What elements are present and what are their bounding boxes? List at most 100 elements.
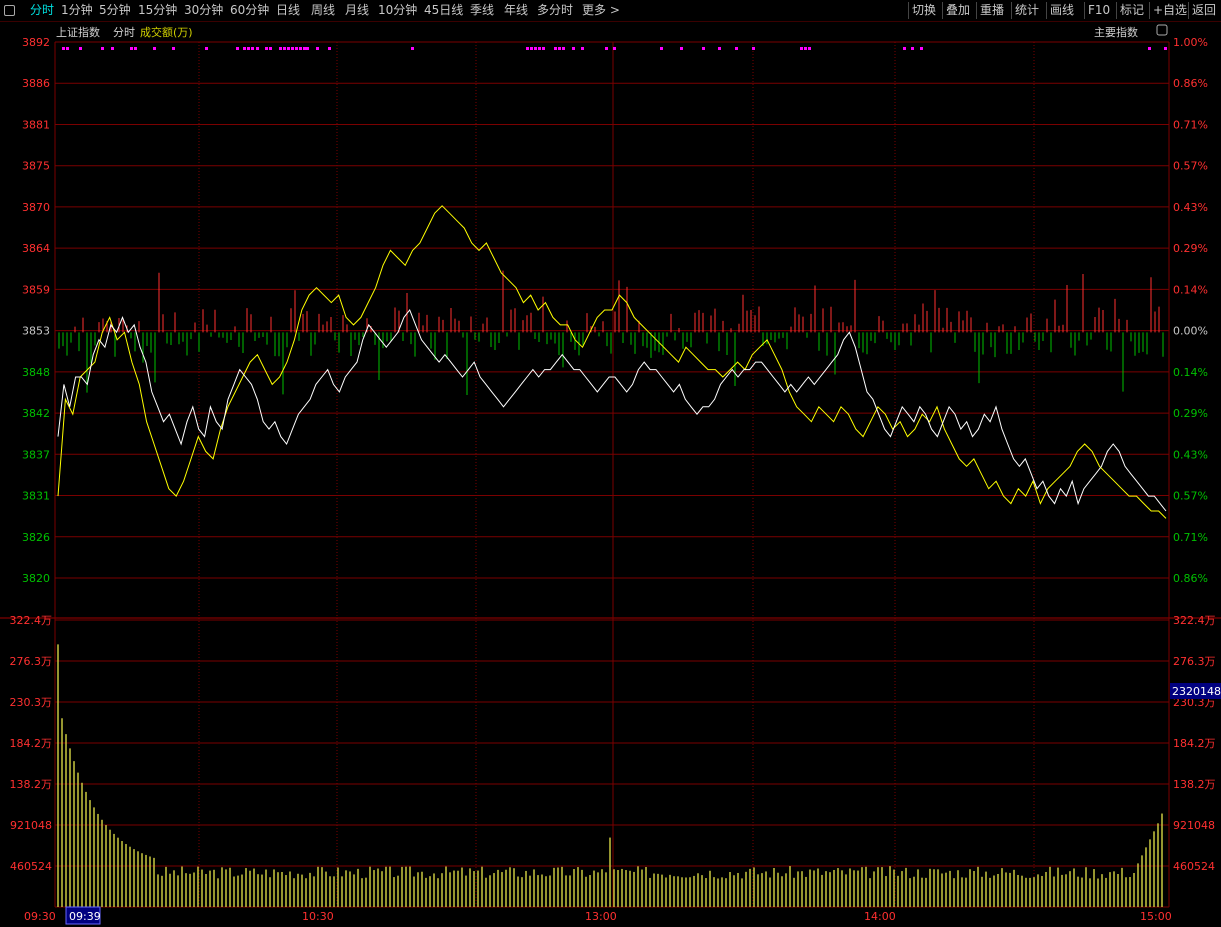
event-marker (328, 47, 331, 50)
percent-tick: 0.14% (1173, 283, 1208, 296)
event-marker (903, 47, 906, 50)
price-tick: 3870 (22, 201, 50, 214)
tool-button-2[interactable]: 重播 (980, 2, 1004, 18)
period-tab-3[interactable]: 15分钟 (138, 2, 177, 18)
period-tab-9[interactable]: 10分钟 (378, 2, 417, 18)
price-tick: 3875 (22, 160, 50, 173)
period-tab-0[interactable]: 分时 (30, 2, 54, 18)
chart-grid (0, 41, 1221, 908)
price-tick: 3892 (22, 36, 50, 49)
period-tab-4[interactable]: 30分钟 (184, 2, 223, 18)
percent-tick: 0.43% (1173, 201, 1208, 214)
percent-tick: 0.00% (1173, 325, 1208, 338)
volume-tick-right: 322.4万 (1173, 614, 1216, 627)
price-tick: 3837 (22, 448, 50, 461)
event-marker (101, 47, 104, 50)
time-tick: 14:00 (864, 910, 896, 923)
percent-axis: 1.00% 0.86% 0.71% 0.57% 0.43% 0.29% 0.14% 0.00%… (1173, 36, 1208, 585)
period-tab-7[interactable]: 周线 (311, 2, 335, 18)
percent-tick: 0.43% (1173, 448, 1208, 461)
percent-tick: 0.57% (1173, 160, 1208, 173)
event-marker (526, 47, 529, 50)
event-marker (172, 47, 175, 50)
time-tick: 13:00 (585, 910, 617, 923)
mode-label: 分时 (113, 26, 135, 39)
period-tab-5[interactable]: 60分钟 (230, 2, 269, 18)
tool-button-0[interactable]: 切换 (912, 2, 936, 18)
period-tab-8[interactable]: 月线 (345, 2, 369, 18)
event-marker (558, 47, 561, 50)
event-marker (680, 47, 683, 50)
main-index-button[interactable]: 主要指数 (1094, 25, 1138, 39)
volume-tick-left: 138.2万 (10, 778, 53, 791)
price-line (57, 309, 1167, 512)
price-tick: 3848 (22, 366, 50, 379)
window-menu-icon[interactable] (4, 5, 15, 16)
price-tick: 3864 (22, 242, 50, 255)
cursor-time-label: 09:39 (69, 910, 101, 923)
percent-tick: 0.29% (1173, 407, 1208, 420)
intraday-chart[interactable]: 3892 3886 3881 3875 3870 3864 3859 3853 3848 3842… (0, 22, 1221, 927)
event-marker (1148, 47, 1151, 50)
price-tick: 3842 (22, 407, 50, 420)
price-tick: 3831 (22, 490, 50, 503)
volume-tick-left: 276.3万 (10, 655, 53, 668)
period-tab-10[interactable]: 45日线 (424, 2, 463, 18)
event-marker (247, 47, 250, 50)
period-toolbar: 分时 1分钟 5分钟 15分钟 30分钟 60分钟 日线 周线 月线 10分钟 45日线 季线 年线 多分… (0, 0, 1221, 22)
volume-tick-right: 921048 (1173, 819, 1215, 832)
period-tab-6[interactable]: 日线 (276, 2, 300, 18)
event-marker (303, 47, 306, 50)
percent-tick: 0.29% (1173, 242, 1208, 255)
event-marker (283, 47, 286, 50)
period-tab-12[interactable]: 年线 (504, 2, 528, 18)
event-marker (130, 47, 133, 50)
volume-tick-left: 322.4万 (10, 614, 53, 627)
expand-icon[interactable] (1156, 24, 1168, 36)
tool-button-1[interactable]: 叠加 (946, 2, 970, 18)
event-marker (800, 47, 803, 50)
time-tick: 15:00 (1140, 910, 1172, 923)
price-tick: 3881 (22, 118, 50, 131)
event-marker (134, 47, 137, 50)
period-tab-1[interactable]: 1分钟 (61, 2, 93, 18)
event-marker (62, 47, 65, 50)
event-marker (752, 47, 755, 50)
time-tick: 10:30 (302, 910, 334, 923)
tool-button-3[interactable]: 统计 (1015, 2, 1039, 18)
volume-tick-right: 184.2万 (1173, 737, 1216, 750)
event-marker (269, 47, 272, 50)
event-marker (153, 47, 156, 50)
event-marker (111, 47, 114, 50)
index-name-label: 上证指数 (56, 25, 100, 39)
percent-tick: 0.86% (1173, 572, 1208, 585)
tool-button-5[interactable]: F10 (1088, 2, 1110, 18)
tool-button-4[interactable]: 画线 (1050, 2, 1074, 18)
event-marker (66, 47, 69, 50)
volume-tick-left: 184.2万 (10, 737, 53, 750)
volume-tick-right: 460524 (1173, 860, 1215, 873)
period-tab-14[interactable]: 更多 > (582, 2, 620, 18)
event-marker (251, 47, 254, 50)
event-marker (265, 47, 268, 50)
event-marker (291, 47, 294, 50)
percent-tick: 0.86% (1173, 77, 1208, 90)
period-tab-13[interactable]: 多分时 (537, 2, 573, 18)
event-marker (534, 47, 537, 50)
period-tab-2[interactable]: 5分钟 (99, 2, 131, 18)
event-marker (306, 47, 309, 50)
tool-button-8[interactable]: 返回 (1192, 2, 1216, 18)
event-marker (205, 47, 208, 50)
volume-readout: 2320148 (1172, 685, 1221, 698)
event-marker (804, 47, 807, 50)
event-marker (316, 47, 319, 50)
tool-button-7[interactable]: +自选 (1153, 2, 1187, 18)
tool-button-6[interactable]: 标记 (1120, 2, 1144, 18)
period-tab-11[interactable]: 季线 (470, 2, 494, 18)
percent-tick: 0.57% (1173, 490, 1208, 503)
average-price-line (57, 205, 1167, 519)
event-marker (554, 47, 557, 50)
event-marker (562, 47, 565, 50)
event-marker (702, 47, 705, 50)
price-tick: 3820 (22, 572, 50, 585)
